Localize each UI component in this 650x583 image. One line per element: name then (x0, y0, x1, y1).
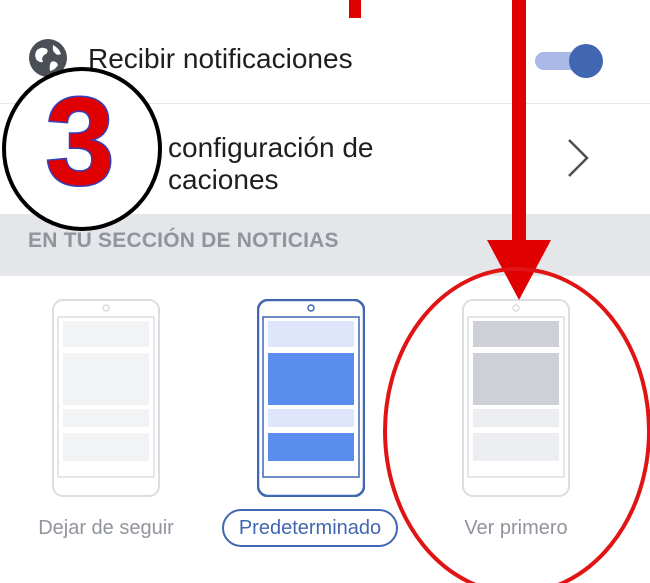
option-unfollow[interactable] (52, 299, 160, 497)
option-default[interactable] (257, 299, 365, 497)
toggle-knob (569, 44, 603, 78)
chevron-right-icon (568, 139, 589, 177)
notifications-toggle[interactable] (533, 43, 603, 79)
option-see-first-label[interactable]: Ver primero (440, 515, 592, 541)
option-default-label: Predeterminado (238, 517, 382, 539)
option-see-first[interactable] (462, 299, 570, 497)
notifications-label: Recibir notificaciones (88, 43, 353, 74)
option-unfollow-label[interactable]: Dejar de seguir (24, 515, 188, 541)
phone-default-icon (257, 299, 365, 497)
globe-icon (29, 39, 67, 77)
notification-settings-row[interactable]: configuración de caciones (0, 104, 650, 214)
phone-see-first-icon (462, 299, 570, 497)
section-title: EN TU SECCIÓN DE NOTICIAS (28, 229, 339, 252)
phone-unfollow-icon (52, 299, 160, 497)
notification-settings-label: configuración de caciones (168, 132, 374, 195)
option-default-pill[interactable]: Predeterminado (222, 509, 398, 547)
notifications-row[interactable]: Recibir notificaciones (0, 0, 650, 104)
